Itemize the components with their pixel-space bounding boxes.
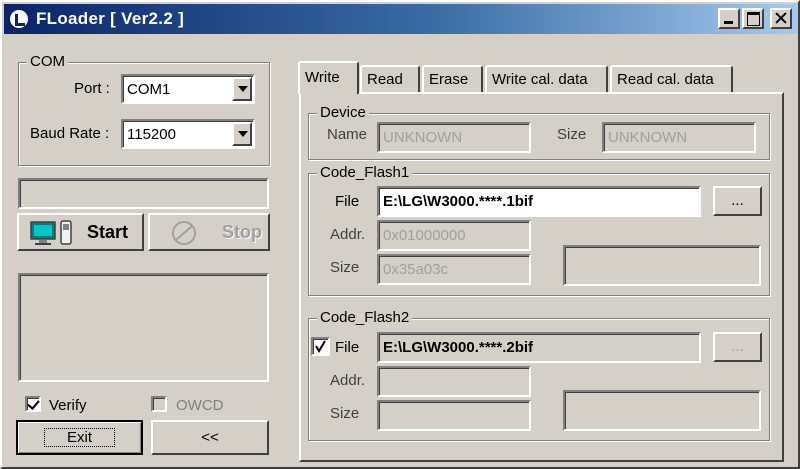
flash1-addr-label: Addr. — [330, 226, 366, 243]
stop-icon — [172, 221, 196, 245]
pc-phone-icon — [30, 220, 72, 245]
flash1-addr-field: 0x01000000 — [377, 220, 531, 251]
baud-rate-label: Baud Rate : — [30, 125, 110, 142]
tab-erase[interactable]: Erase — [422, 65, 483, 92]
close-button[interactable] — [770, 8, 792, 29]
checkmark-icon — [315, 340, 326, 353]
exit-button-label: Exit — [43, 428, 115, 447]
flash2-file-label: File — [335, 339, 360, 356]
stop-button-label: Stop — [222, 222, 262, 242]
owcd-checkbox[interactable] — [151, 396, 167, 412]
device-name-field: UNKNOWN — [377, 122, 531, 153]
flash2-addr-label: Addr. — [330, 372, 366, 389]
floader-window: FLoader [ Ver2.2 ] COM Port : COM1 Baud … — [0, 0, 800, 469]
device-name-label: Name — [327, 126, 368, 143]
flash1-file-input[interactable]: E:\LG\W3000.****.1bif — [377, 186, 701, 217]
com-legend: COM — [27, 53, 68, 70]
window-title: FLoader [ Ver2.2 ] — [36, 9, 185, 28]
port-select-value: COM1 — [127, 81, 171, 98]
title-bar[interactable]: FLoader [ Ver2.2 ] — [4, 4, 798, 34]
tab-read-cal-data[interactable]: Read cal. data — [610, 65, 733, 92]
minimize-button[interactable] — [718, 8, 740, 29]
baud-rate-select-value: 115200 — [127, 126, 176, 143]
start-button[interactable]: Start — [17, 213, 144, 251]
baud-rate-select[interactable]: 115200 — [121, 119, 255, 149]
code-flash1-legend: Code_Flash1 — [317, 164, 413, 181]
start-button-label: Start — [87, 222, 129, 242]
flash2-addr-field — [377, 366, 531, 397]
flash1-size-label: Size — [330, 259, 360, 276]
flash2-status-box — [563, 390, 761, 431]
status-panel — [18, 273, 269, 382]
verify-checkbox[interactable] — [25, 396, 41, 412]
flash2-file-checkbox[interactable] — [311, 337, 330, 356]
port-select[interactable]: COM1 — [121, 74, 255, 104]
port-label: Port : — [74, 80, 110, 97]
flash1-size-field: 0x35a03c — [377, 254, 531, 285]
stop-button[interactable]: Stop — [148, 213, 270, 251]
device-legend: Device — [317, 104, 369, 121]
device-size-field: UNKNOWN — [602, 122, 756, 153]
chevron-down-icon[interactable] — [232, 122, 252, 146]
owcd-label: OWCD — [176, 397, 224, 414]
tab-write-cal-data[interactable]: Write cal. data — [485, 65, 608, 92]
tab-read[interactable]: Read — [360, 65, 420, 92]
chevron-down-icon[interactable] — [232, 77, 252, 101]
verify-label: Verify — [49, 397, 87, 414]
progress-bar — [18, 178, 269, 209]
maximize-button[interactable] — [742, 8, 764, 29]
lg-logo-icon — [8, 8, 30, 30]
exit-button[interactable]: Exit — [16, 420, 143, 455]
flash2-size-field — [377, 400, 531, 431]
flash1-file-label: File — [335, 193, 360, 210]
flash1-browse-button[interactable]: ... — [713, 186, 762, 216]
collapse-button[interactable]: << — [151, 420, 269, 455]
device-size-label: Size — [557, 126, 587, 143]
flash1-status-box — [563, 245, 761, 286]
code-flash2-legend: Code_Flash2 — [317, 309, 413, 326]
flash2-file-input[interactable]: E:\LG\W3000.****.2bif — [377, 332, 701, 363]
tab-write[interactable]: Write — [298, 61, 359, 94]
flash2-size-label: Size — [330, 405, 360, 422]
flash2-browse-button[interactable]: ... — [713, 332, 762, 362]
